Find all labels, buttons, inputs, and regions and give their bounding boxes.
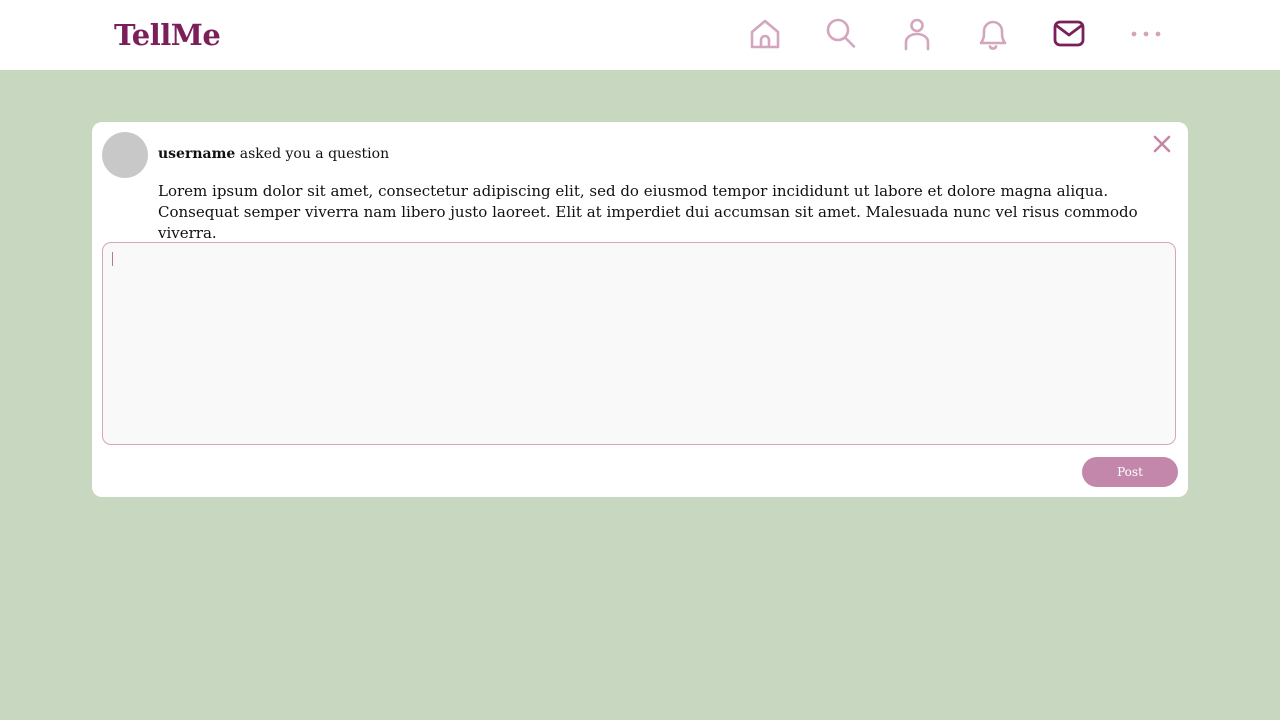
text-cursor (112, 252, 113, 266)
close-icon (1153, 135, 1171, 153)
bell-icon (979, 20, 1007, 50)
question-card: username asked you a question Lorem ipsu… (92, 122, 1188, 497)
answer-input[interactable] (102, 242, 1176, 445)
user-icon (904, 18, 930, 51)
more-icon (1131, 31, 1161, 37)
mail-icon (1053, 20, 1085, 47)
top-bar: TellMe (0, 0, 1280, 70)
search-icon (826, 18, 856, 48)
username-link[interactable]: username (158, 146, 235, 162)
nav-more-button[interactable] (1125, 14, 1165, 54)
nav-home-button[interactable] (745, 14, 785, 54)
asked-text: asked you a question (235, 146, 390, 162)
app-logo[interactable]: TellMe (114, 14, 221, 56)
home-icon (750, 19, 780, 49)
close-button[interactable] (1150, 132, 1174, 156)
nav-notifications-button[interactable] (973, 14, 1013, 54)
question-header: username asked you a question (158, 146, 389, 162)
nav-profile-button[interactable] (897, 14, 937, 54)
nav-messages-button[interactable] (1049, 14, 1089, 54)
post-button[interactable]: Post (1082, 457, 1178, 487)
nav-search-button[interactable] (821, 14, 861, 54)
question-text: Lorem ipsum dolor sit amet, consectetur … (158, 182, 1138, 242)
avatar[interactable] (102, 132, 148, 178)
